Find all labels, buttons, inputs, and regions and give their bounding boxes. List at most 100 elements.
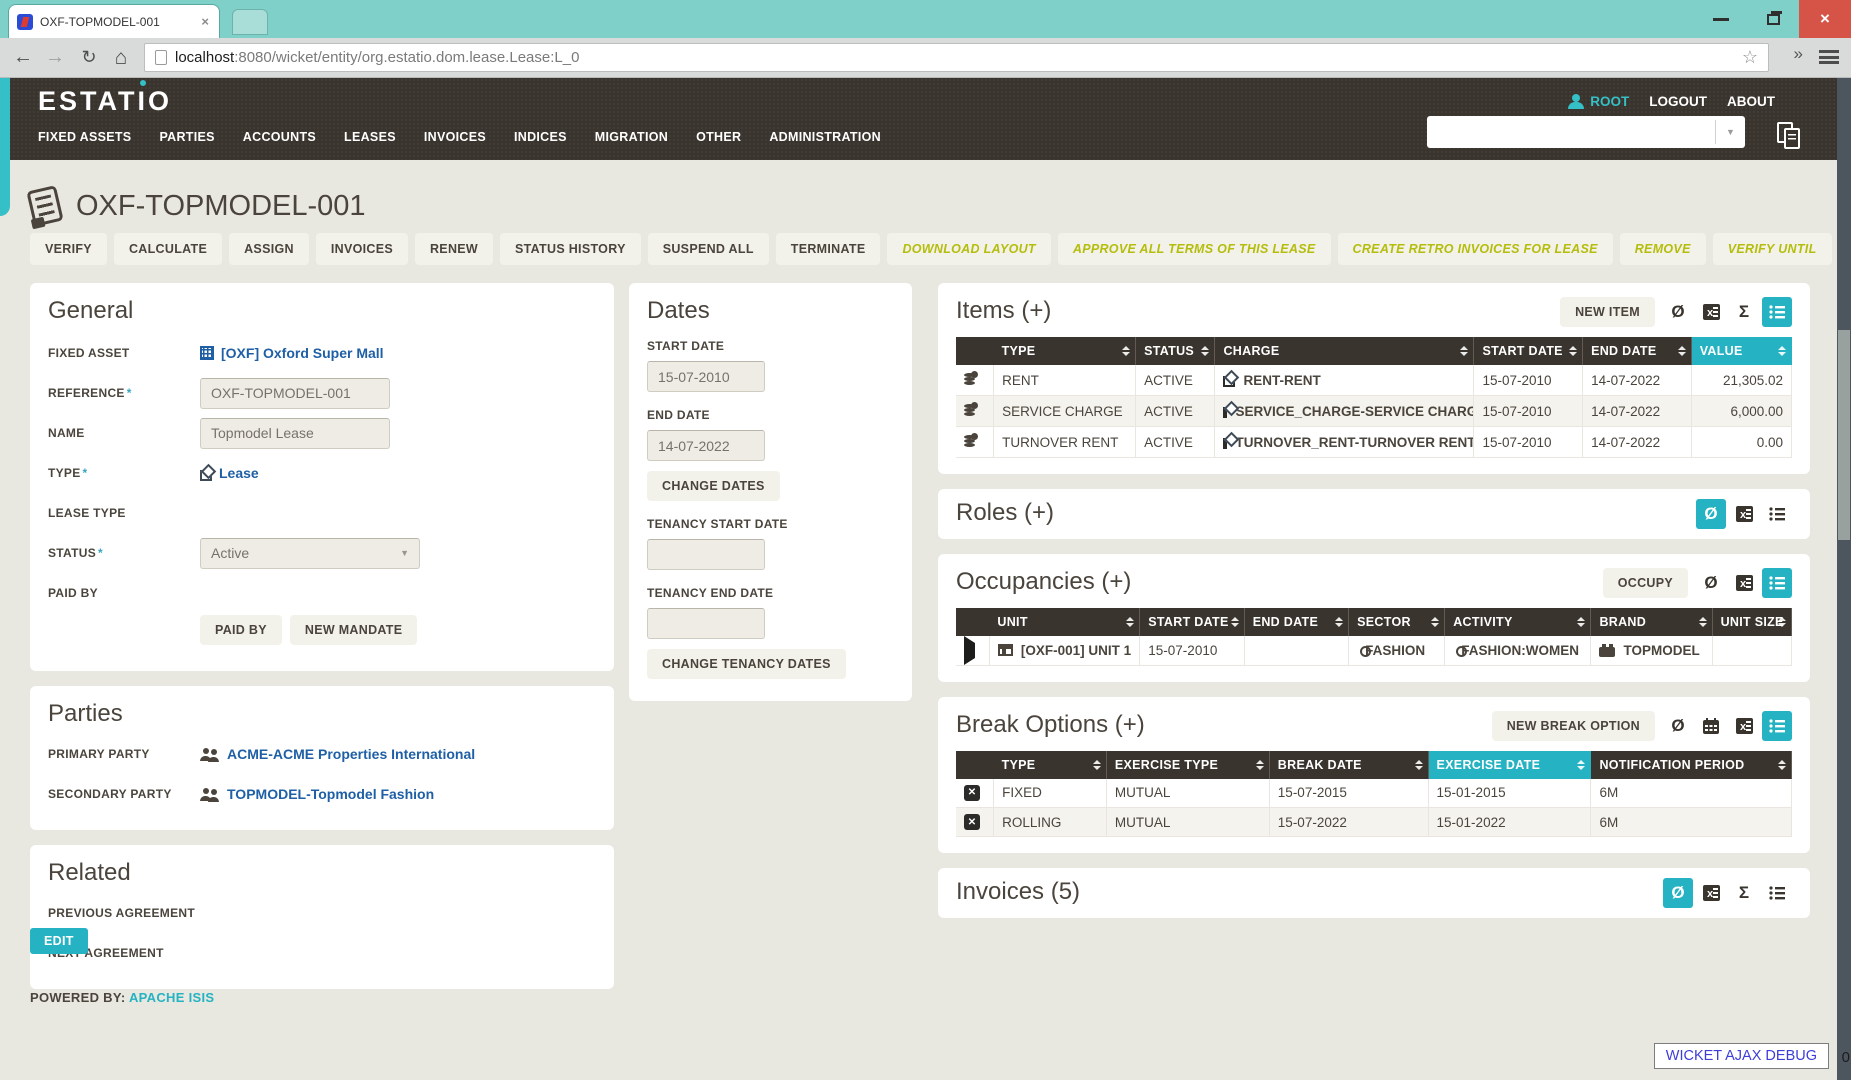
scrollbar-thumb[interactable] — [1838, 330, 1850, 540]
logout-link[interactable]: LOGOUT — [1649, 94, 1707, 109]
window-close-button[interactable]: × — [1799, 0, 1851, 38]
occ-col-start-date[interactable]: START DATE — [1140, 608, 1244, 636]
new-mandate-button[interactable]: NEW MANDATE — [290, 615, 418, 645]
calculate-button[interactable]: CALCULATE — [114, 233, 222, 265]
hide-columns-icon[interactable]: Ø — [1663, 297, 1693, 327]
tenancy-end-date-field[interactable] — [647, 608, 765, 639]
items-col-value[interactable]: VALUE — [1691, 337, 1791, 365]
bookmark-star-icon[interactable]: ☆ — [1742, 47, 1758, 68]
items-col-charge[interactable]: CHARGE — [1215, 337, 1474, 365]
browser-tab[interactable]: OXF-TOPMODEL-001 × — [8, 4, 220, 38]
list-view-icon[interactable] — [1762, 711, 1792, 741]
table-row[interactable]: SERVICE CHARGE ACTIVE SERVICE_CHARGE-SER… — [956, 396, 1792, 427]
items-col-end-date[interactable]: END DATE — [1583, 337, 1692, 365]
verify-button[interactable]: VERIFY — [30, 233, 107, 265]
invoices-button[interactable]: INVOICES — [316, 233, 408, 265]
verify-until-button[interactable]: VERIFY UNTIL — [1713, 233, 1832, 265]
new-tab-button[interactable] — [232, 9, 268, 35]
table-row[interactable]: [OXF-001] UNIT 1 15-07-2010 FASHION FASH… — [956, 636, 1792, 665]
about-link[interactable]: ABOUT — [1727, 94, 1775, 109]
occ-col-sector[interactable]: SECTOR — [1349, 608, 1445, 636]
items-col-type[interactable]: TYPE — [994, 337, 1136, 365]
excel-export-icon[interactable]: x — [1696, 297, 1726, 327]
url-bar[interactable]: localhost:8080/wicket/entity/org.estatio… — [144, 43, 1769, 72]
download-layout-button[interactable]: DOWNLOAD LAYOUT — [887, 233, 1050, 265]
apache-isis-link[interactable]: APACHE ISIS — [129, 990, 214, 1005]
secondary-party-link[interactable]: TOPMODEL-Topmodel Fashion — [227, 786, 434, 802]
type-link[interactable]: Lease — [219, 465, 259, 481]
user-name-link[interactable]: ROOT — [1590, 94, 1629, 109]
items-col-start-date[interactable]: START DATE — [1474, 337, 1583, 365]
new-break-option-button[interactable]: NEW BREAK OPTION — [1492, 711, 1655, 741]
browser-menu-icon[interactable] — [1819, 50, 1839, 64]
lease-item-icon[interactable] — [964, 371, 978, 386]
end-date-field[interactable]: 14-07-2022 — [647, 430, 765, 461]
items-col-status[interactable]: STATUS — [1136, 337, 1215, 365]
paid-by-button[interactable]: PAID BY — [200, 615, 282, 645]
table-row[interactable]: ✕ ROLLING MUTUAL 15-07-2022 15-01-2022 6… — [956, 808, 1792, 837]
table-row[interactable]: TURNOVER RENT ACTIVE TURNOVER_RENT-TURNO… — [956, 427, 1792, 458]
break-col-break-date[interactable]: BREAK DATE — [1269, 751, 1428, 779]
hide-columns-icon[interactable]: Ø — [1663, 878, 1693, 908]
name-field[interactable]: Topmodel Lease — [200, 418, 390, 449]
hide-columns-icon[interactable]: Ø — [1696, 568, 1726, 598]
break-col-notification-period[interactable]: NOTIFICATION PERIOD — [1591, 751, 1792, 779]
nav-accounts[interactable]: ACCOUNTS — [243, 130, 316, 144]
excel-export-icon[interactable]: x — [1729, 568, 1759, 598]
hide-columns-icon[interactable]: Ø — [1696, 499, 1726, 529]
home-icon[interactable]: ⌂ — [106, 38, 136, 77]
remove-button[interactable]: REMOVE — [1620, 233, 1706, 265]
nav-other[interactable]: OTHER — [696, 130, 741, 144]
status-history-button[interactable]: STATUS HISTORY — [500, 233, 641, 265]
start-date-field[interactable]: 15-07-2010 — [647, 361, 765, 392]
new-item-button[interactable]: NEW ITEM — [1560, 297, 1655, 327]
forward-icon[interactable]: → — [40, 38, 70, 77]
primary-party-link[interactable]: ACME-ACME Properties International — [227, 746, 475, 762]
extensions-overflow-icon[interactable]: » — [1794, 44, 1803, 64]
list-view-icon[interactable] — [1762, 499, 1792, 529]
break-col-type[interactable]: TYPE — [994, 751, 1107, 779]
copy-icon[interactable] — [1777, 122, 1803, 150]
lease-item-icon[interactable] — [964, 433, 978, 448]
edit-button[interactable]: EDIT — [30, 928, 88, 954]
list-view-icon[interactable] — [1762, 878, 1792, 908]
nav-leases[interactable]: LEASES — [344, 130, 396, 144]
lease-item-icon[interactable] — [964, 402, 978, 417]
nav-migration[interactable]: MIGRATION — [595, 130, 668, 144]
estatio-logo[interactable]: ESTATIO — [38, 86, 172, 117]
assign-button[interactable]: ASSIGN — [229, 233, 309, 265]
list-view-icon[interactable] — [1762, 297, 1792, 327]
nav-invoices[interactable]: INVOICES — [424, 130, 486, 144]
excel-export-icon[interactable]: x — [1729, 711, 1759, 741]
tab-close-icon[interactable]: × — [199, 14, 211, 29]
nav-parties[interactable]: PARTIES — [159, 130, 214, 144]
occ-col-activity[interactable]: ACTIVITY — [1445, 608, 1591, 636]
break-col-exercise-date[interactable]: EXERCISE DATE — [1428, 751, 1591, 779]
terminate-button[interactable]: TERMINATE — [776, 233, 881, 265]
reference-field[interactable]: OXF-TOPMODEL-001 — [200, 378, 390, 409]
table-row[interactable]: RENT ACTIVE RENT-RENT 15-07-2010 14-07-2… — [956, 365, 1792, 396]
window-minimize-button[interactable] — [1695, 0, 1747, 38]
change-dates-button[interactable]: CHANGE DATES — [647, 471, 780, 501]
nav-indices[interactable]: INDICES — [514, 130, 567, 144]
page-scrollbar[interactable] — [1837, 78, 1851, 1080]
nav-administration[interactable]: ADMINISTRATION — [769, 130, 881, 144]
wicket-ajax-debug-link[interactable]: WICKET AJAX DEBUG — [1654, 1043, 1829, 1069]
hide-columns-icon[interactable]: Ø — [1663, 711, 1693, 741]
reload-icon[interactable]: ↻ — [74, 38, 104, 77]
summary-sigma-icon[interactable]: Σ — [1729, 878, 1759, 908]
summary-sigma-icon[interactable]: Σ — [1729, 297, 1759, 327]
back-icon[interactable]: ← — [8, 38, 38, 77]
nav-fixed-assets[interactable]: FIXED ASSETS — [38, 130, 131, 144]
approve-all-terms-button[interactable]: APPROVE ALL TERMS OF THIS LEASE — [1058, 233, 1331, 265]
global-search-input[interactable]: ▼ — [1427, 116, 1745, 148]
break-col-exercise-type[interactable]: EXERCISE TYPE — [1106, 751, 1269, 779]
occupy-button[interactable]: OCCUPY — [1603, 568, 1688, 598]
window-maximize-button[interactable] — [1747, 0, 1799, 38]
url-text[interactable]: localhost:8080/wicket/entity/org.estatio… — [175, 49, 1734, 66]
change-tenancy-dates-button[interactable]: CHANGE TENANCY DATES — [647, 649, 846, 679]
break-option-icon[interactable]: ✕ — [964, 814, 980, 830]
table-row[interactable]: ✕ FIXED MUTUAL 15-07-2015 15-01-2015 6M — [956, 779, 1792, 808]
break-option-icon[interactable]: ✕ — [964, 785, 980, 801]
create-retro-invoices-button[interactable]: CREATE RETRO INVOICES FOR LEASE — [1338, 233, 1613, 265]
